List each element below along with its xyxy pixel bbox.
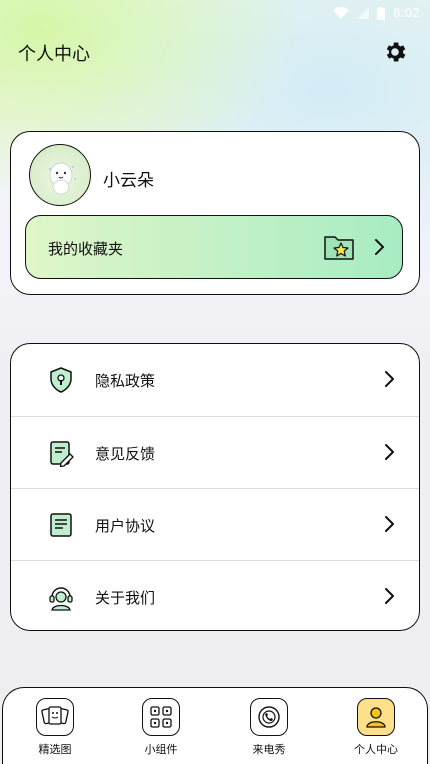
widgets-icon — [142, 698, 180, 736]
chevron-right-icon — [385, 371, 394, 387]
chevron-right-icon — [385, 516, 394, 532]
page-title: 个人中心 — [18, 44, 90, 65]
favorites-button[interactable]: 我的收藏夹 — [25, 215, 403, 279]
chevron-right-icon — [385, 444, 394, 460]
settings-button[interactable] — [381, 38, 409, 66]
wifi-icon — [333, 7, 350, 19]
menu-item-label: 用户协议 — [95, 517, 156, 535]
settings-menu: 隐私政策 意见反馈 用户协议 关于我们 — [10, 343, 420, 631]
profile-card: 小云朵 我的收藏夹 — [10, 131, 420, 295]
document-icon — [50, 513, 72, 537]
bottom-tab-bar: 精选图 小组件 来电秀 个人中心 — [2, 687, 428, 764]
menu-item-label: 意见反馈 — [95, 445, 156, 463]
tab-widgets[interactable]: 小组件 — [121, 696, 201, 758]
status-time: 8:02 — [393, 6, 420, 20]
menu-item-about-us[interactable]: 关于我们 — [11, 560, 419, 630]
tab-call-show[interactable]: 来电秀 — [229, 696, 309, 758]
support-agent-icon — [49, 587, 73, 611]
menu-item-privacy-policy[interactable]: 隐私政策 — [11, 344, 419, 416]
menu-item-label: 隐私政策 — [95, 372, 156, 390]
cloud-mascot-icon — [49, 162, 76, 195]
chevron-right-icon — [375, 239, 384, 255]
favorites-label: 我的收藏夹 — [48, 240, 124, 258]
menu-item-feedback[interactable]: 意见反馈 — [11, 416, 419, 488]
tab-gallery[interactable]: 精选图 — [15, 696, 95, 758]
shield-lock-icon — [50, 367, 72, 393]
status-bar: 8:02 — [0, 0, 430, 26]
call-show-icon — [250, 698, 288, 736]
tab-label: 精选图 — [38, 743, 72, 756]
feedback-edit-icon — [50, 441, 74, 467]
battery-icon — [377, 6, 386, 20]
signal-icon — [357, 7, 370, 19]
tab-profile[interactable]: 个人中心 — [336, 696, 416, 758]
avatar[interactable] — [29, 144, 91, 206]
tab-label: 个人中心 — [354, 743, 398, 756]
star-folder-icon — [324, 236, 354, 260]
gear-icon — [386, 42, 406, 62]
menu-item-user-agreement[interactable]: 用户协议 — [11, 488, 419, 560]
menu-item-label: 关于我们 — [95, 589, 156, 607]
tab-label: 来电秀 — [252, 743, 286, 756]
chevron-right-icon — [385, 588, 394, 604]
gallery-icon — [36, 698, 74, 736]
tab-label: 小组件 — [144, 743, 178, 756]
person-icon — [357, 698, 395, 736]
username: 小云朵 — [103, 171, 154, 191]
